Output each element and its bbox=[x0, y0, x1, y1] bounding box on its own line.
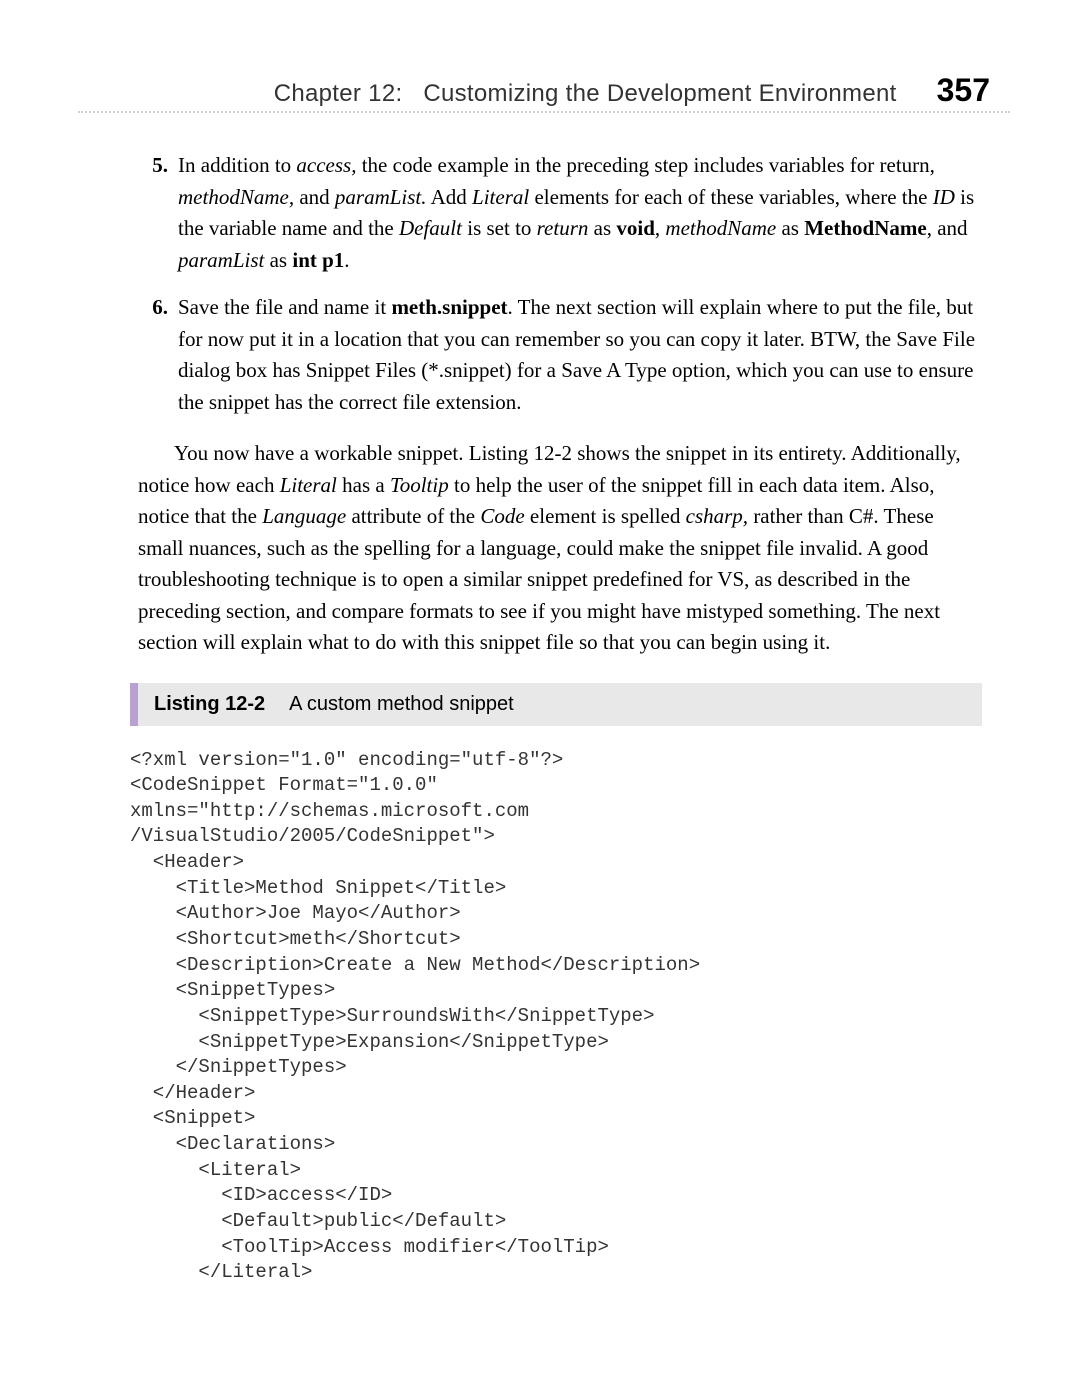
page-header: Chapter 12: Customizing the Development … bbox=[0, 72, 1080, 109]
page-content: 5.In addition to access, the code exampl… bbox=[138, 150, 982, 1286]
text-segment: methodName bbox=[665, 216, 776, 240]
text-segment: MethodName bbox=[804, 216, 926, 240]
text-segment: has a bbox=[337, 473, 390, 497]
text-segment: access, bbox=[296, 153, 356, 177]
text-segment: Save the file and name it bbox=[178, 295, 391, 319]
chapter-title: Customizing the Development Environment bbox=[423, 80, 896, 107]
page-number: 357 bbox=[937, 72, 990, 109]
text-segment: In addition to bbox=[178, 153, 296, 177]
header-underline bbox=[78, 111, 1010, 113]
listing-title: A custom method snippet bbox=[289, 693, 514, 716]
text-segment: ID bbox=[933, 185, 955, 209]
text-segment: paramList. bbox=[335, 185, 427, 209]
text-segment: Language bbox=[262, 504, 346, 528]
text-segment: Literal bbox=[472, 185, 529, 209]
text-segment: int p1 bbox=[292, 248, 344, 272]
text-segment: Add bbox=[427, 185, 473, 209]
text-segment: Tooltip bbox=[390, 473, 449, 497]
listing-header: Listing 12-2 A custom method snippet bbox=[130, 683, 982, 726]
text-segment: csharp, bbox=[686, 504, 748, 528]
text-segment: as bbox=[588, 216, 616, 240]
text-segment: as bbox=[776, 216, 804, 240]
text-segment: void bbox=[616, 216, 655, 240]
list-content: Save the file and name it meth.snippet. … bbox=[178, 292, 982, 418]
text-segment: meth.snippet bbox=[391, 295, 507, 319]
chapter-number: Chapter 12: bbox=[274, 80, 403, 107]
text-segment: and bbox=[294, 185, 335, 209]
text-segment: as bbox=[264, 248, 292, 272]
text-segment: is set to bbox=[462, 216, 537, 240]
chapter-label: Chapter 12: Customizing the Development … bbox=[274, 80, 897, 108]
text-segment: . bbox=[344, 248, 349, 272]
text-segment: elements for each of these variables, wh… bbox=[529, 185, 932, 209]
text-segment: paramList bbox=[178, 248, 264, 272]
text-segment: , bbox=[655, 216, 666, 240]
text-segment: the code example in the preceding step i… bbox=[356, 153, 934, 177]
text-segment: element is spelled bbox=[525, 504, 686, 528]
list-item: 6.Save the file and name it meth.snippet… bbox=[138, 292, 982, 418]
list-item: 5.In addition to access, the code exampl… bbox=[138, 150, 982, 276]
list-marker: 5. bbox=[138, 150, 168, 276]
text-segment: , and bbox=[927, 216, 968, 240]
listing-label: Listing 12-2 bbox=[154, 693, 265, 716]
text-segment: Literal bbox=[280, 473, 337, 497]
text-segment: return bbox=[537, 216, 589, 240]
code-block: <?xml version="1.0" encoding="utf-8"?> <… bbox=[130, 748, 982, 1286]
body-paragraph: You now have a workable snippet. Listing… bbox=[138, 438, 982, 659]
list-content: In addition to access, the code example … bbox=[178, 150, 982, 276]
text-segment: attribute of the bbox=[346, 504, 480, 528]
text-segment: Code bbox=[480, 504, 524, 528]
list-marker: 6. bbox=[138, 292, 168, 418]
text-segment: Default bbox=[399, 216, 462, 240]
text-segment: methodName, bbox=[178, 185, 294, 209]
